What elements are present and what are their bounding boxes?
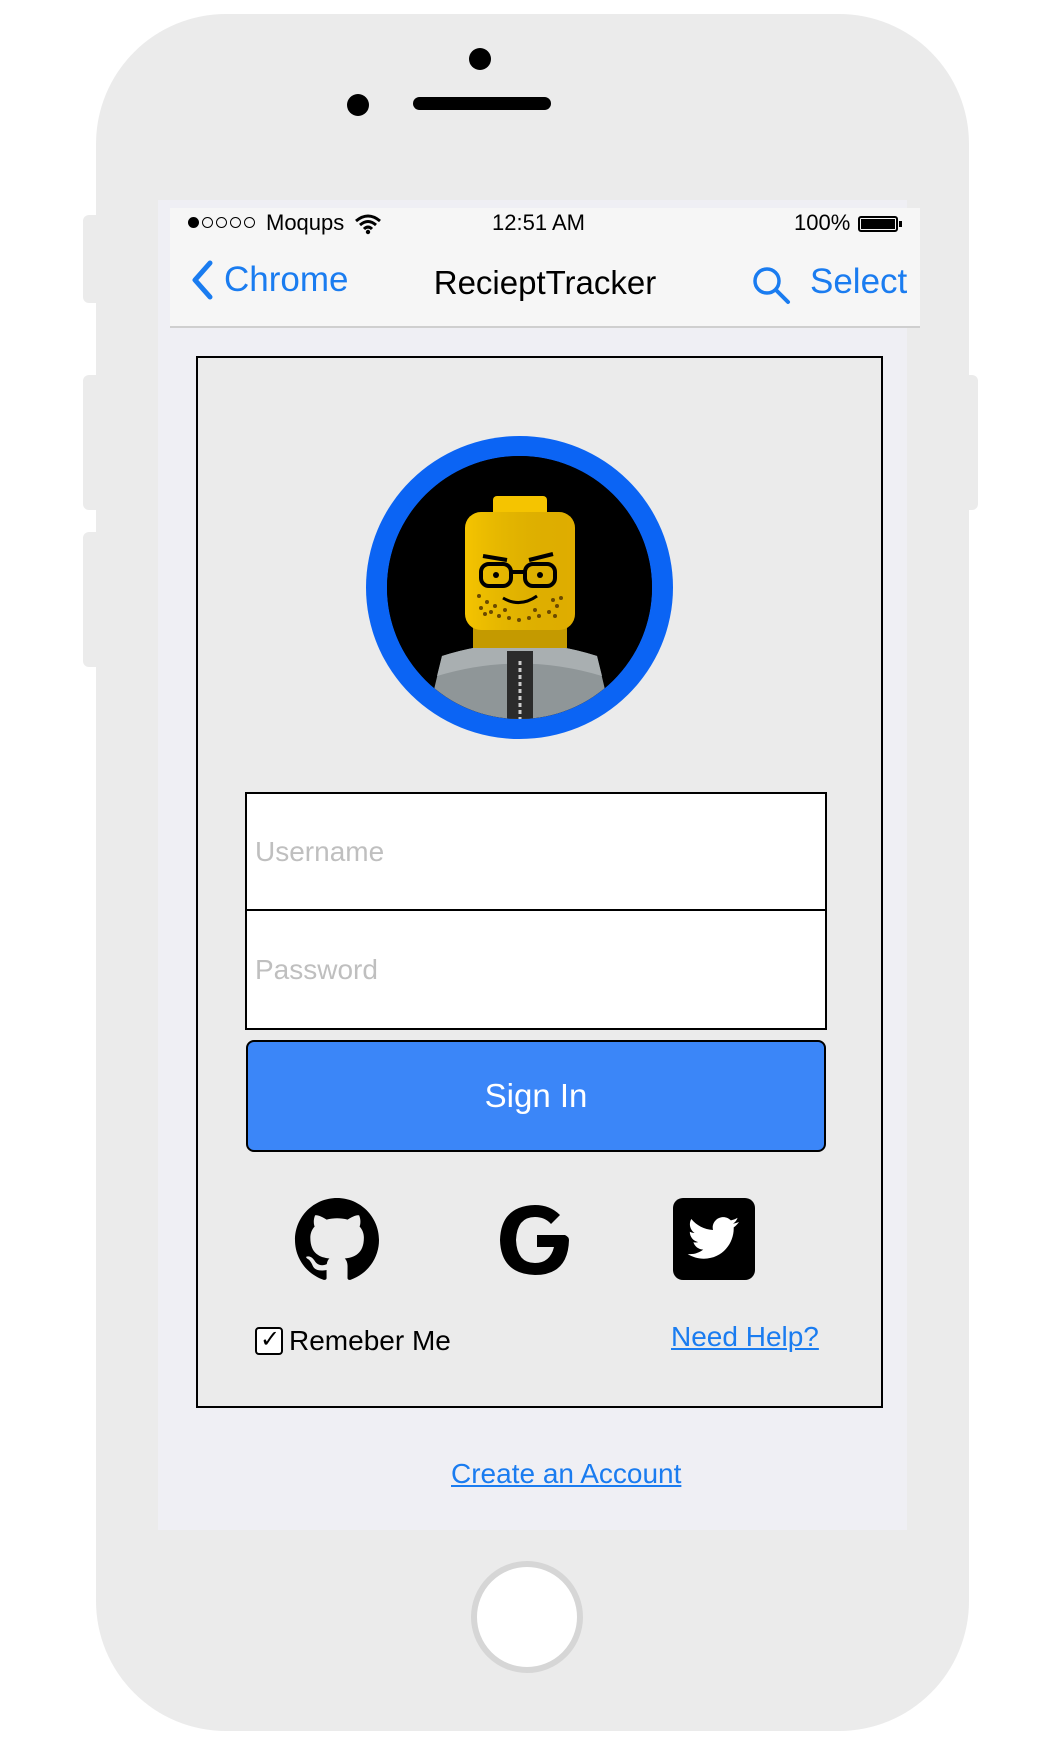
proximity-sensor: [347, 94, 369, 116]
username-input[interactable]: [245, 792, 827, 911]
signal-strength-icon: [188, 217, 255, 228]
navigation-bar: Chrome RecieptTracker Select: [170, 238, 920, 328]
checkbox-icon[interactable]: [255, 1325, 283, 1355]
volume-up-button: [83, 375, 103, 510]
mute-switch: [83, 215, 103, 303]
twitter-icon[interactable]: [673, 1198, 755, 1280]
select-button[interactable]: Select: [810, 262, 907, 302]
github-icon[interactable]: [294, 1198, 380, 1282]
status-bar: Moqups 12:51 AM 100%: [170, 208, 920, 238]
carrier-name: Moqups: [266, 210, 345, 235]
create-account-link[interactable]: Create an Account: [451, 1458, 681, 1490]
search-icon[interactable]: [751, 265, 791, 305]
front-camera: [469, 48, 491, 70]
wifi-icon: [355, 214, 381, 235]
need-help-link[interactable]: Need Help?: [671, 1321, 819, 1353]
status-time: 12:51 AM: [492, 210, 585, 235]
sign-in-button[interactable]: Sign In: [246, 1040, 826, 1152]
password-input[interactable]: [245, 909, 827, 1030]
power-button: [960, 375, 978, 510]
battery-percent: 100%: [794, 210, 851, 235]
battery-icon: [858, 216, 902, 232]
avatar-image: [387, 456, 652, 719]
home-button[interactable]: [471, 1561, 583, 1673]
remember-me-label: Remeber Me: [289, 1325, 451, 1356]
google-icon[interactable]: [493, 1198, 577, 1282]
page-title: RecieptTracker: [433, 264, 657, 301]
earpiece-speaker: [413, 97, 551, 110]
volume-down-button: [83, 532, 103, 667]
avatar: [366, 436, 673, 739]
remember-me-toggle[interactable]: Remeber Me: [255, 1325, 451, 1357]
